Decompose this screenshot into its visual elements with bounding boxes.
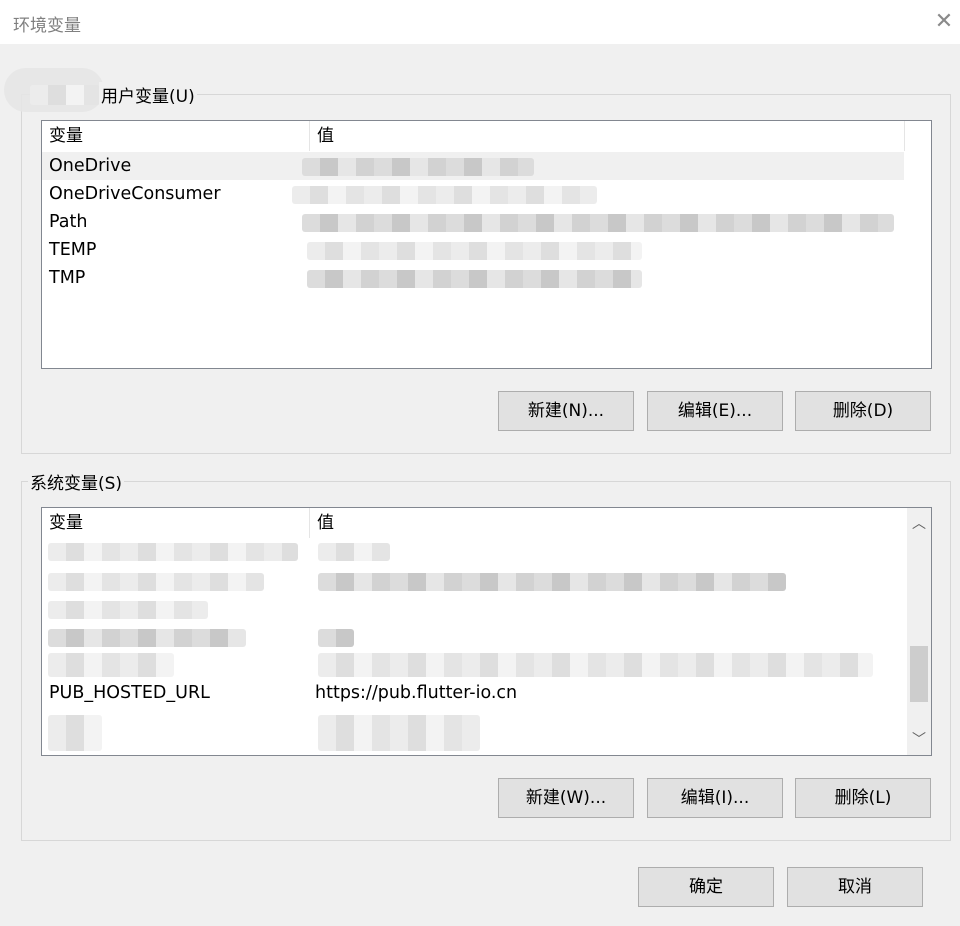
table-row[interactable]	[42, 623, 907, 651]
redacted-name	[48, 573, 264, 591]
redacted-value	[302, 158, 534, 176]
user-delete-button[interactable]: 删除(D)	[795, 391, 931, 431]
table-row[interactable]: PUB_HOSTED_URL https://pub.flutter-io.cn	[42, 679, 907, 707]
list-header: 变量 值	[42, 121, 931, 151]
column-header-name[interactable]: 变量	[42, 508, 309, 538]
redacted-username-block	[30, 85, 100, 105]
user-edit-button[interactable]: 编辑(E)...	[647, 391, 783, 431]
close-icon[interactable]: ✕	[930, 8, 958, 36]
redacted-value	[292, 186, 597, 204]
variable-name: OneDriveConsumer	[49, 184, 221, 204]
table-row[interactable]	[42, 567, 907, 595]
list-header: 变量 值	[42, 508, 907, 538]
table-row[interactable]	[42, 651, 907, 679]
user-variables-list[interactable]: 变量 值 OneDrive OneDriveConsumer Path TEMP…	[41, 120, 932, 369]
redacted-name	[48, 601, 208, 619]
variable-name: TEMP	[49, 240, 97, 260]
vertical-scrollbar[interactable]: ︿ ﹀	[907, 508, 931, 755]
redacted-name	[48, 629, 246, 647]
system-variables-list[interactable]: 变量 值 PUB_HOSTED_URL https://pub.flutter-…	[41, 507, 932, 756]
column-divider	[904, 121, 905, 151]
redacted-name	[48, 543, 298, 561]
redacted-value	[307, 270, 642, 288]
table-row[interactable]	[42, 595, 907, 623]
variable-value: https://pub.flutter-io.cn	[315, 683, 518, 703]
table-row[interactable]	[42, 539, 907, 567]
redacted-name	[48, 715, 102, 751]
cancel-button[interactable]: 取消	[787, 867, 923, 907]
column-header-value[interactable]: 值	[310, 121, 904, 151]
variable-name: TMP	[49, 268, 86, 288]
scroll-up-icon[interactable]: ︿	[907, 510, 931, 538]
window-title: 环境变量	[13, 16, 81, 36]
column-header-value[interactable]: 值	[310, 508, 904, 538]
redacted-value	[318, 573, 786, 591]
system-new-button[interactable]: 新建(W)...	[498, 778, 634, 818]
scrollbar-thumb[interactable]	[910, 646, 928, 702]
variable-name: PUB_HOSTED_URL	[49, 683, 210, 703]
table-row[interactable]: OneDriveConsumer	[42, 180, 904, 208]
redacted-value	[318, 543, 390, 561]
table-row[interactable]: TMP	[42, 264, 904, 292]
column-header-name[interactable]: 变量	[42, 121, 309, 151]
redacted-value	[318, 629, 354, 647]
system-edit-button[interactable]: 编辑(I)...	[647, 778, 783, 818]
ok-button[interactable]: 确定	[638, 867, 774, 907]
redacted-value	[318, 653, 873, 677]
variable-name: OneDrive	[49, 156, 132, 176]
user-variables-label: 用户变量(U)	[99, 82, 197, 107]
user-new-button[interactable]: 新建(N)...	[498, 391, 634, 431]
system-delete-button[interactable]: 删除(L)	[795, 778, 931, 818]
table-row[interactable]: OneDrive	[42, 152, 904, 180]
table-row[interactable]: Path	[42, 208, 904, 236]
redacted-name	[48, 653, 174, 677]
scroll-down-icon[interactable]: ﹀	[907, 726, 931, 754]
variable-name: Path	[49, 212, 88, 232]
table-row[interactable]: TEMP	[42, 236, 904, 264]
title-bar: 环境变量 ✕	[0, 0, 960, 44]
redacted-value	[318, 715, 480, 751]
system-variables-label: 系统变量(S)	[28, 469, 125, 494]
table-row[interactable]	[42, 707, 907, 751]
redacted-value	[307, 242, 642, 260]
redacted-value	[302, 214, 894, 232]
